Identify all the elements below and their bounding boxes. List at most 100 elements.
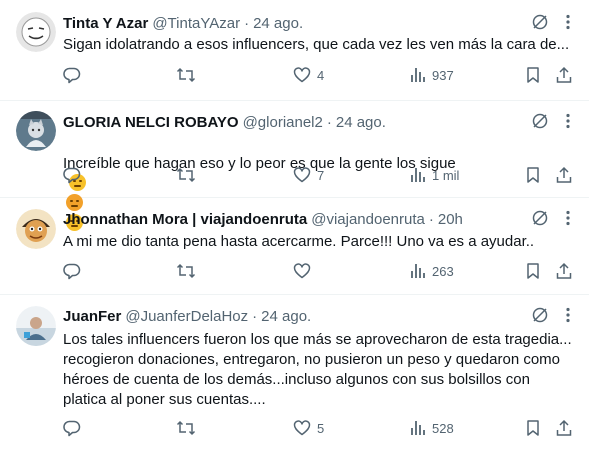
- views-icon: [410, 66, 426, 84]
- share-button[interactable]: [555, 419, 573, 437]
- views-icon: [410, 419, 426, 437]
- tweet-actions: 5 528: [0, 419, 589, 439]
- grok-icon[interactable]: [531, 112, 549, 130]
- heart-icon: [293, 166, 311, 184]
- display-name[interactable]: JuanFer: [63, 308, 121, 325]
- timestamp[interactable]: 20h: [438, 211, 463, 228]
- separator-dot: ·: [244, 14, 250, 32]
- views-button[interactable]: 937: [410, 66, 454, 84]
- tweet-header: GLORIA NELCI ROBAYO @glorianel2 · 24 ago…: [63, 112, 529, 132]
- user-handle[interactable]: @TintaYAzar: [152, 15, 240, 32]
- tweet-top-actions: [531, 13, 577, 31]
- like-button[interactable]: 4: [293, 66, 324, 84]
- reply-icon: [63, 166, 81, 184]
- views-count: 263: [432, 263, 454, 279]
- reply-button[interactable]: [63, 419, 81, 437]
- display-name[interactable]: Tinta Y Azar: [63, 15, 148, 32]
- more-icon[interactable]: [559, 13, 577, 31]
- retweet-icon: [176, 66, 196, 84]
- share-button[interactable]: [555, 66, 573, 84]
- tweet-actions: 4 937: [0, 66, 589, 86]
- avatar[interactable]: [16, 306, 56, 346]
- tweet-actions: 263: [0, 262, 589, 282]
- timestamp[interactable]: 24 ago.: [253, 15, 303, 32]
- share-icon: [555, 66, 573, 84]
- timestamp[interactable]: 24 ago.: [261, 308, 311, 325]
- views-button[interactable]: 528: [410, 419, 454, 437]
- share-button[interactable]: [555, 262, 573, 280]
- reply-feed: Tinta Y Azar @TintaYAzar · 24 ago. Sigan…: [0, 0, 589, 450]
- heart-icon: [293, 419, 311, 437]
- retweet-icon: [176, 419, 196, 437]
- heart-icon: [293, 262, 311, 280]
- like-count: 5: [317, 420, 325, 436]
- tweet-header: JuanFer @JuanferDelaHoz · 24 ago.: [63, 306, 529, 326]
- bookmark-button[interactable]: [525, 166, 541, 184]
- retweet-button[interactable]: [176, 166, 196, 184]
- display-name[interactable]: GLORIA NELCI ROBAYO: [63, 114, 239, 131]
- tweet-text: Sigan idolatrando a esos influencers, qu…: [63, 36, 570, 53]
- bookmark-button[interactable]: [525, 262, 541, 280]
- share-icon: [555, 419, 573, 437]
- views-icon: [410, 166, 426, 184]
- reply-button[interactable]: [63, 66, 81, 84]
- tweet[interactable]: Jhonnathan Mora | viajandoenruta @viajan…: [0, 198, 589, 295]
- retweet-button[interactable]: [176, 419, 196, 437]
- views-count: 937: [432, 67, 454, 83]
- retweet-button[interactable]: [176, 262, 196, 280]
- tweet[interactable]: JuanFer @JuanferDelaHoz · 24 ago. Los ta…: [0, 295, 589, 450]
- retweet-button[interactable]: [176, 66, 196, 84]
- reply-button[interactable]: [63, 262, 81, 280]
- grok-icon[interactable]: [531, 13, 549, 31]
- heart-icon: [293, 66, 311, 84]
- bookmark-button[interactable]: [525, 66, 541, 84]
- reply-icon: [63, 419, 81, 437]
- user-handle[interactable]: @viajandoenruta: [311, 211, 425, 228]
- like-count: 7: [317, 167, 325, 183]
- user-handle[interactable]: @glorianel2: [243, 114, 323, 131]
- timestamp[interactable]: 24 ago.: [336, 114, 386, 131]
- user-handle[interactable]: @JuanferDelaHoz: [125, 308, 248, 325]
- tweet[interactable]: GLORIA NELCI ROBAYO @glorianel2 · 24 ago…: [0, 101, 589, 231]
- views-count: 528: [432, 420, 454, 436]
- bookmark-button[interactable]: [525, 419, 541, 437]
- tweet-text: A mi me dio tanta pena hasta acercarme. …: [63, 233, 535, 250]
- more-icon[interactable]: [559, 306, 577, 324]
- reply-icon: [63, 262, 81, 280]
- reply-button[interactable]: [63, 166, 81, 184]
- tweet-top-actions: [531, 112, 577, 130]
- views-icon: [410, 262, 426, 280]
- share-button[interactable]: [555, 166, 573, 184]
- reply-icon: [63, 66, 81, 84]
- like-button[interactable]: [293, 262, 317, 280]
- tweet-top-actions: [531, 209, 577, 227]
- tweet-header: Tinta Y Azar @TintaYAzar · 24 ago.: [63, 13, 529, 33]
- separator-dot: ·: [326, 113, 332, 131]
- tweet-actions: 7 1 mil: [0, 166, 589, 186]
- grok-icon[interactable]: [531, 209, 549, 227]
- retweet-icon: [176, 166, 196, 184]
- grok-icon[interactable]: [531, 306, 549, 324]
- like-button[interactable]: 7: [293, 166, 324, 184]
- share-icon: [555, 166, 573, 184]
- separator-dot: ·: [428, 210, 434, 228]
- tweet-text: Los tales influencers fueron los que más…: [63, 331, 572, 408]
- avatar[interactable]: [16, 209, 56, 249]
- more-icon[interactable]: [559, 209, 577, 227]
- tweet[interactable]: Tinta Y Azar @TintaYAzar · 24 ago. Sigan…: [0, 0, 589, 101]
- like-count: 4: [317, 67, 325, 83]
- views-count: 1 mil: [432, 167, 460, 183]
- display-name[interactable]: Jhonnathan Mora | viajandoenruta: [63, 211, 307, 228]
- views-button[interactable]: 1 mil: [410, 166, 459, 184]
- more-icon[interactable]: [559, 112, 577, 130]
- retweet-icon: [176, 262, 196, 280]
- like-button[interactable]: 5: [293, 419, 324, 437]
- person-avatar-image: [16, 306, 56, 346]
- avatar[interactable]: [16, 12, 56, 52]
- share-icon: [555, 262, 573, 280]
- avatar[interactable]: [16, 111, 56, 151]
- tweet-header: Jhonnathan Mora | viajandoenruta @viajan…: [63, 209, 529, 229]
- bookmark-icon: [525, 66, 541, 84]
- views-button[interactable]: 263: [410, 262, 454, 280]
- tweet-top-actions: [531, 306, 577, 324]
